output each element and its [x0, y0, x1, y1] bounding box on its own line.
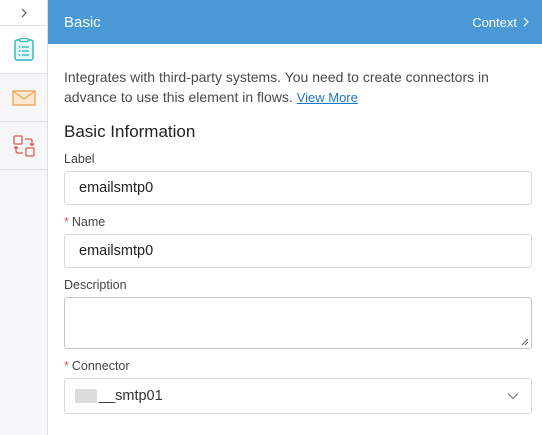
label-input[interactable]: emailsmtp0	[64, 171, 532, 205]
section-title: Basic Information	[64, 122, 196, 141]
panel-title: Basic	[64, 13, 101, 31]
chevron-down-icon	[507, 393, 519, 400]
context-button[interactable]: Context	[472, 15, 530, 30]
intro-text: Integrates with third-party systems. You…	[64, 67, 532, 108]
rail-item-basic[interactable]	[0, 26, 47, 74]
panel-header: Basic Context	[48, 0, 542, 44]
label-field-label: Label	[64, 152, 95, 166]
chevron-right-icon	[21, 8, 27, 17]
name-input[interactable]: emailsmtp0	[64, 234, 532, 268]
label-field: Label emailsmtp0	[64, 152, 532, 205]
mail-icon	[11, 89, 36, 106]
description-field: Description	[64, 278, 532, 349]
resize-handle-icon[interactable]	[521, 338, 529, 346]
connector-select[interactable]: __smtp01	[64, 378, 532, 414]
name-input-value: emailsmtp0	[79, 243, 154, 259]
name-field-label: * Name	[64, 215, 106, 229]
context-label: Context	[472, 14, 517, 30]
redacted-block	[75, 389, 97, 403]
rail-item-connector[interactable]	[0, 122, 47, 170]
view-more-link[interactable]: View More	[297, 90, 358, 105]
description-field-label: Description	[64, 278, 127, 292]
list-icon	[13, 37, 34, 61]
connector-field: * Connector __smtp01	[64, 359, 532, 414]
connector-icon	[12, 134, 35, 157]
required-mark: *	[64, 215, 69, 229]
connector-select-value: __smtp01	[75, 388, 163, 404]
chevron-right-icon	[523, 17, 529, 27]
panel-content: Integrates with third-party systems. You…	[48, 44, 542, 435]
description-textarea[interactable]	[64, 297, 532, 349]
intro-description: Integrates with third-party systems. You…	[64, 69, 489, 105]
rail-item-email[interactable]	[0, 74, 47, 122]
expand-rail-button[interactable]	[0, 0, 47, 26]
name-field: * Name emailsmtp0	[64, 215, 532, 268]
connector-field-label: * Connector	[64, 359, 130, 373]
label-input-value: emailsmtp0	[79, 180, 154, 196]
required-mark: *	[64, 359, 69, 373]
left-rail	[0, 0, 48, 435]
